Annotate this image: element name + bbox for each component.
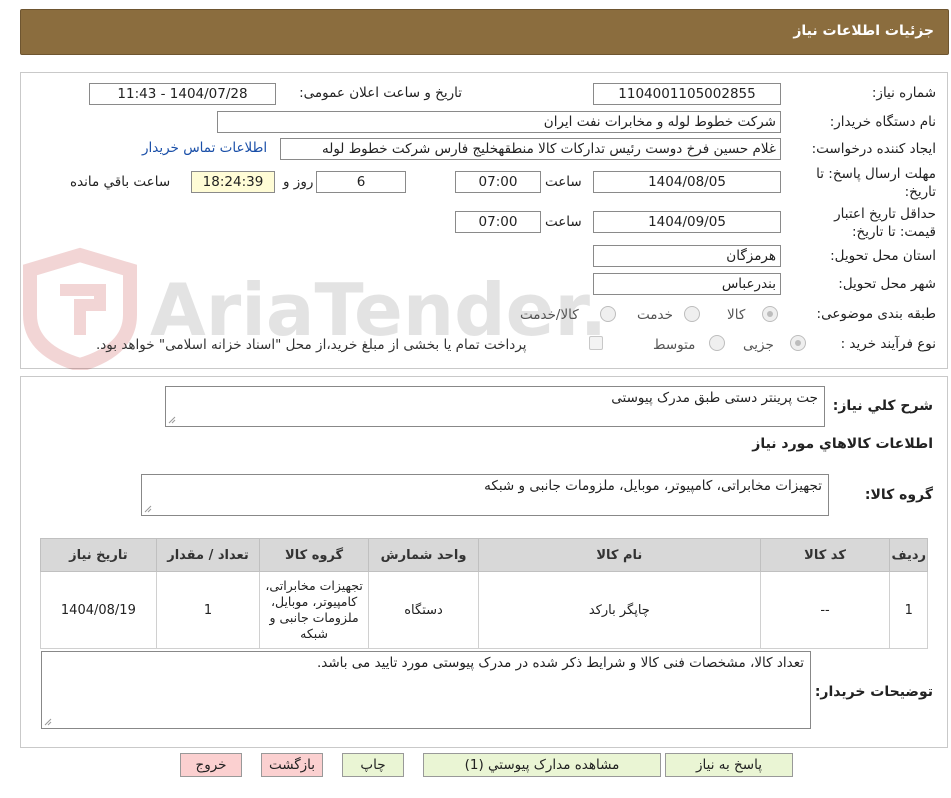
col-date: تاریخ نیاز	[40, 538, 157, 572]
col-name: نام کالا	[478, 538, 761, 572]
buyer-notes-label: توضیحات خریدار:	[814, 684, 933, 700]
validity-label-2: قیمت: تا تاریخ:	[852, 224, 936, 240]
category-option-goods: کالا	[727, 307, 746, 323]
col-code: کد کالا	[759, 538, 891, 572]
category-radio-goods-service[interactable]	[600, 306, 616, 322]
announce-field: 1404/07/28 - 11:43	[89, 83, 276, 105]
remaining-label: ساعت باقي مانده	[70, 174, 171, 190]
goods-section-title: اطلاعات کالاهاي مورد نياز	[752, 436, 933, 452]
resize-grip-icon[interactable]	[168, 416, 176, 424]
table-header-row: رديف کد کالا نام کالا واحد شمارش گروه کا…	[40, 538, 928, 572]
exit-button[interactable]: خروج	[180, 753, 242, 777]
deadline-label-2: تاریخ:	[904, 184, 936, 200]
city-label: شهر محل تحویل:	[838, 276, 936, 292]
validity-label: حداقل تاريخ اعتبار	[834, 206, 936, 222]
cell-date: 1404/08/19	[40, 571, 157, 649]
summary-label: شرح کلي نياز:	[832, 398, 933, 414]
category-radio-goods[interactable]	[762, 306, 778, 322]
resize-grip-icon[interactable]	[144, 505, 152, 513]
view-attachments-button[interactable]: مشاهده مدارک پیوستي (1)	[423, 753, 661, 777]
buyer-notes-text: تعداد کالا، مشخصات فنی کالا و شرایط ذکر …	[316, 655, 804, 671]
cell-qty: 1	[155, 571, 261, 649]
category-label: طبقه بندی موضوعی:	[816, 306, 936, 322]
summary-textarea[interactable]: جت پرینتر دستی طبق مدرک پیوستی	[165, 386, 825, 427]
resize-grip-icon[interactable]	[44, 718, 52, 726]
goods-group-text: تجهیزات مخابراتی، کامپیوتر، موبایل، ملزو…	[484, 478, 822, 494]
process-radio-minor[interactable]	[790, 335, 806, 351]
category-option-service: خدمت	[637, 307, 673, 323]
process-option-minor: جزیی	[743, 337, 774, 353]
buyer-contact-link[interactable]: اطلاعات تماس خریدار	[142, 140, 267, 156]
cell-name: چاپگر بارکد	[478, 571, 761, 649]
category-radio-service[interactable]	[684, 306, 700, 322]
deadline-time-label: ساعت	[545, 174, 582, 190]
process-radio-medium[interactable]	[709, 335, 725, 351]
table-row: 1 -- چاپگر بارکد دستگاه تجهیزات مخابراتی…	[40, 571, 928, 649]
page-header: جزئیات اطلاعات نیاز	[20, 9, 949, 55]
process-option-medium: متوسط	[653, 337, 696, 353]
back-button[interactable]: بازگشت	[261, 753, 323, 777]
col-qty: تعداد / مقدار	[155, 538, 261, 572]
col-unit: واحد شمارش	[367, 538, 480, 572]
cell-row: 1	[889, 571, 928, 649]
buyer-org-label: نام دستگاه خریدار:	[829, 114, 936, 130]
deadline-label: مهلت ارسال پاسخ: تا	[816, 166, 936, 182]
process-label: نوع فرآیند خرید :	[840, 336, 936, 352]
page-title: جزئیات اطلاعات نیاز	[793, 23, 934, 39]
remaining-time-field: 18:24:39	[191, 171, 275, 193]
requester-label: ایجاد کننده درخواست:	[811, 141, 936, 157]
reply-button[interactable]: پاسخ به نیاز	[665, 753, 793, 777]
days-field: 6	[316, 171, 406, 193]
days-label: روز و	[283, 174, 314, 190]
province-label: استان محل تحویل:	[830, 248, 936, 264]
treasury-checkbox[interactable]	[589, 336, 603, 350]
cell-code: --	[759, 571, 891, 649]
goods-group-label: گروه کالا:	[864, 487, 933, 503]
validity-date-field: 1404/09/05	[593, 211, 781, 233]
buyer-notes-textarea[interactable]: تعداد کالا، مشخصات فنی کالا و شرایط ذکر …	[41, 651, 811, 729]
need-number-field: 1104001105002855	[593, 83, 781, 105]
requester-field: غلام حسین فرخ دوست رئیس تدارکات کالا منط…	[280, 138, 781, 160]
cell-group: تجهیزات مخابراتی، کامپیوتر، موبایل، ملزو…	[259, 571, 369, 649]
deadline-date-field: 1404/08/05	[593, 171, 781, 193]
col-group: گروه کالا	[259, 538, 369, 572]
buyer-org-field: شرکت خطوط لوله و مخابرات نفت ایران	[217, 111, 781, 133]
need-number-label: شماره نیاز:	[871, 85, 936, 101]
treasury-note: پرداخت تمام یا بخشی از مبلغ خرید،از محل …	[96, 337, 527, 353]
goods-group-textarea[interactable]: تجهیزات مخابراتی، کامپیوتر، موبایل، ملزو…	[141, 474, 829, 516]
summary-text: جت پرینتر دستی طبق مدرک پیوستی	[611, 390, 818, 406]
city-field: بندرعباس	[593, 273, 781, 295]
items-table: رديف کد کالا نام کالا واحد شمارش گروه کا…	[40, 538, 928, 649]
deadline-time-field: 07:00	[455, 171, 541, 193]
announce-label: تاریخ و ساعت اعلان عمومی:	[299, 85, 462, 101]
col-row: رديف	[889, 538, 928, 572]
category-option-goods-service: کالا/خدمت	[520, 307, 579, 323]
validity-time-label: ساعت	[545, 214, 582, 230]
print-button[interactable]: چاپ	[342, 753, 404, 777]
cell-unit: دستگاه	[367, 571, 480, 649]
validity-time-field: 07:00	[455, 211, 541, 233]
province-field: هرمزگان	[593, 245, 781, 267]
